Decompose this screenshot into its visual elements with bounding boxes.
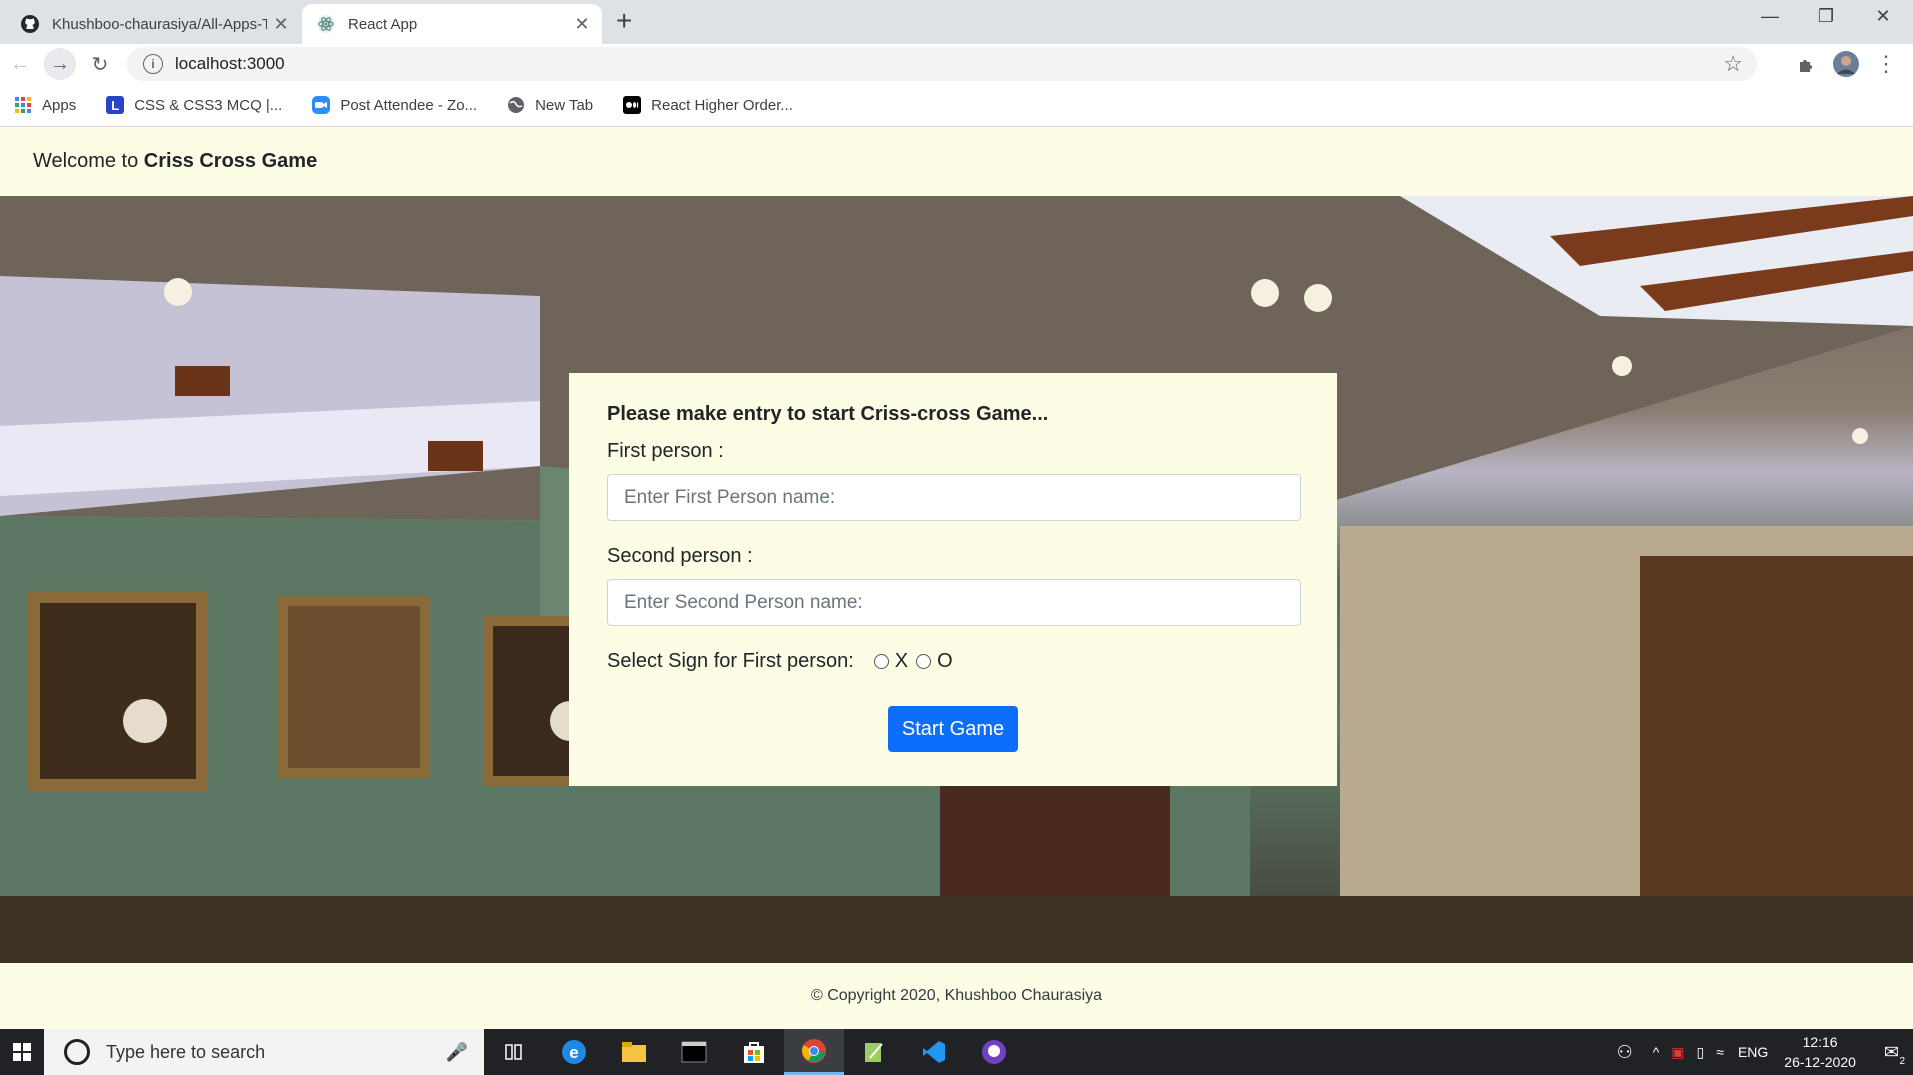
- globe-icon: [508, 97, 525, 113]
- notification-count: 2: [1899, 1055, 1905, 1067]
- info-icon[interactable]: i: [143, 54, 163, 74]
- page-header: Welcome to Criss Cross Game: [0, 127, 1913, 196]
- clock[interactable]: 12:16 26-12-2020: [1784, 1032, 1856, 1072]
- vscode-icon[interactable]: [904, 1029, 964, 1075]
- sign-option-label: O: [937, 650, 953, 672]
- address-bar[interactable]: i localhost:3000 ☆: [127, 47, 1757, 81]
- sign-selection-row: Select Sign for First person: X O: [607, 650, 1299, 673]
- tab-strip: Khushboo-chaurasiya/All-Apps-T ✕ React A…: [0, 0, 1913, 44]
- notifications-icon[interactable]: ✉ 2: [1884, 1042, 1905, 1067]
- copyright-text: © Copyright 2020, Khushboo Chaurasiya: [810, 987, 1103, 1004]
- first-person-input[interactable]: [607, 474, 1301, 521]
- reload-icon[interactable]: ↻: [84, 48, 116, 80]
- bookmark-label: New Tab: [535, 96, 594, 114]
- second-person-input[interactable]: [607, 579, 1301, 626]
- game-name: Criss Cross Game: [143, 150, 318, 172]
- close-tab-icon[interactable]: ✕: [267, 14, 295, 35]
- bookmark-zoom[interactable]: Post Attendee - Zo...: [312, 96, 477, 114]
- sign-option-label: X: [894, 650, 909, 672]
- windows-start-button[interactable]: [0, 1029, 44, 1075]
- first-person-label: First person :: [607, 440, 724, 462]
- sign-option-x[interactable]: X: [873, 650, 909, 673]
- chevron-up-icon[interactable]: ^: [1653, 1044, 1660, 1060]
- tab-title: React App: [348, 15, 418, 33]
- zoom-icon: [312, 96, 331, 114]
- extensions-puzzle-icon[interactable]: [1790, 48, 1822, 80]
- clock-date: 26-12-2020: [1784, 1054, 1856, 1070]
- new-tab-icon[interactable]: +: [616, 6, 632, 36]
- apps-grid-icon: [15, 97, 31, 113]
- l-logo-icon: L: [106, 96, 125, 114]
- bookmark-label: Post Attendee - Zo...: [340, 96, 478, 114]
- battery-icon[interactable]: ▯: [1697, 1044, 1705, 1061]
- clock-time: 12:16: [1802, 1034, 1838, 1050]
- cortana-icon: [64, 1039, 90, 1065]
- bookmark-label: Apps: [42, 96, 77, 114]
- tab-react-app[interactable]: React App ✕: [302, 4, 602, 44]
- bookmarks-bar: Apps L CSS & CSS3 MCQ |... Post Attendee…: [0, 84, 1913, 127]
- second-person-label: Second person :: [607, 545, 753, 567]
- github-desktop-icon[interactable]: [964, 1029, 1024, 1075]
- sign-label: Select Sign for First person:: [607, 650, 854, 672]
- chrome-icon[interactable]: [784, 1029, 844, 1075]
- back-icon[interactable]: ←: [4, 48, 36, 80]
- form-heading: Please make entry to start Criss-cross G…: [607, 403, 1049, 425]
- radio-o[interactable]: [916, 654, 932, 669]
- medium-icon: [623, 96, 642, 114]
- page-footer: © Copyright 2020, Khushboo Chaurasiya: [0, 963, 1913, 1029]
- radio-x[interactable]: [873, 654, 889, 669]
- wifi-icon[interactable]: ≈: [1716, 1044, 1724, 1060]
- tab-title: Khushboo-chaurasiya/All-Apps-T: [52, 15, 267, 33]
- close-window-icon[interactable]: ✕: [1863, 6, 1903, 27]
- sign-option-o[interactable]: O: [916, 650, 953, 673]
- file-explorer-icon[interactable]: [604, 1029, 664, 1075]
- close-tab-icon[interactable]: ✕: [568, 14, 596, 35]
- start-game-button[interactable]: Start Game: [888, 706, 1018, 752]
- welcome-prefix: Welcome to: [33, 150, 144, 172]
- bookmark-css-mcq[interactable]: L CSS & CSS3 MCQ |...: [106, 96, 282, 114]
- edge-icon[interactable]: e: [544, 1029, 604, 1075]
- restore-icon[interactable]: ❐: [1806, 6, 1846, 27]
- entry-form-card: Please make entry to start Criss-cross G…: [569, 373, 1337, 786]
- windows-taskbar: Type here to search 🎤 e ⚇ ^ ▣ ▯ ≈ ENG 12…: [0, 1029, 1913, 1075]
- notepad-icon[interactable]: [844, 1029, 904, 1075]
- language-indicator[interactable]: ENG: [1738, 1044, 1768, 1060]
- task-view-icon[interactable]: [484, 1029, 544, 1075]
- minimize-icon[interactable]: —: [1750, 6, 1790, 27]
- browser-menu-icon[interactable]: ⋮: [1870, 48, 1902, 80]
- react-icon: [317, 15, 335, 33]
- people-icon[interactable]: ⚇: [1617, 1042, 1633, 1063]
- security-icon[interactable]: ▣: [1671, 1044, 1684, 1061]
- bookmark-new-tab[interactable]: New Tab: [507, 96, 593, 114]
- tab-github[interactable]: Khushboo-chaurasiya/All-Apps-T ✕: [8, 4, 301, 44]
- microsoft-store-icon[interactable]: [724, 1029, 784, 1075]
- search-placeholder: Type here to search: [106, 1041, 266, 1062]
- system-tray: ⚇ ^ ▣ ▯ ≈ ENG 12:16 26-12-2020 ✉ 2: [1617, 1029, 1913, 1075]
- browser-toolbar: ← → ↻ i localhost:3000 ☆ ⋮: [0, 44, 1913, 84]
- bookmark-label: CSS & CSS3 MCQ |...: [134, 96, 283, 114]
- terminal-icon[interactable]: [664, 1029, 724, 1075]
- bookmark-star-icon[interactable]: ☆: [1723, 51, 1743, 77]
- svg-text:e: e: [569, 1043, 578, 1062]
- microphone-icon[interactable]: 🎤: [446, 1042, 468, 1063]
- windows-logo-icon: [13, 1043, 31, 1061]
- welcome-text: Welcome to Criss Cross Game: [33, 150, 317, 173]
- github-icon: [21, 15, 39, 33]
- url-text: localhost:3000: [175, 54, 285, 73]
- forward-icon[interactable]: →: [44, 48, 76, 80]
- profile-avatar-icon[interactable]: [1830, 48, 1862, 80]
- taskbar-search[interactable]: Type here to search 🎤: [44, 1029, 484, 1075]
- bookmark-react-hoc[interactable]: React Higher Order...: [623, 96, 793, 114]
- bookmark-label: React Higher Order...: [651, 96, 793, 114]
- bookmark-apps[interactable]: Apps: [14, 96, 76, 114]
